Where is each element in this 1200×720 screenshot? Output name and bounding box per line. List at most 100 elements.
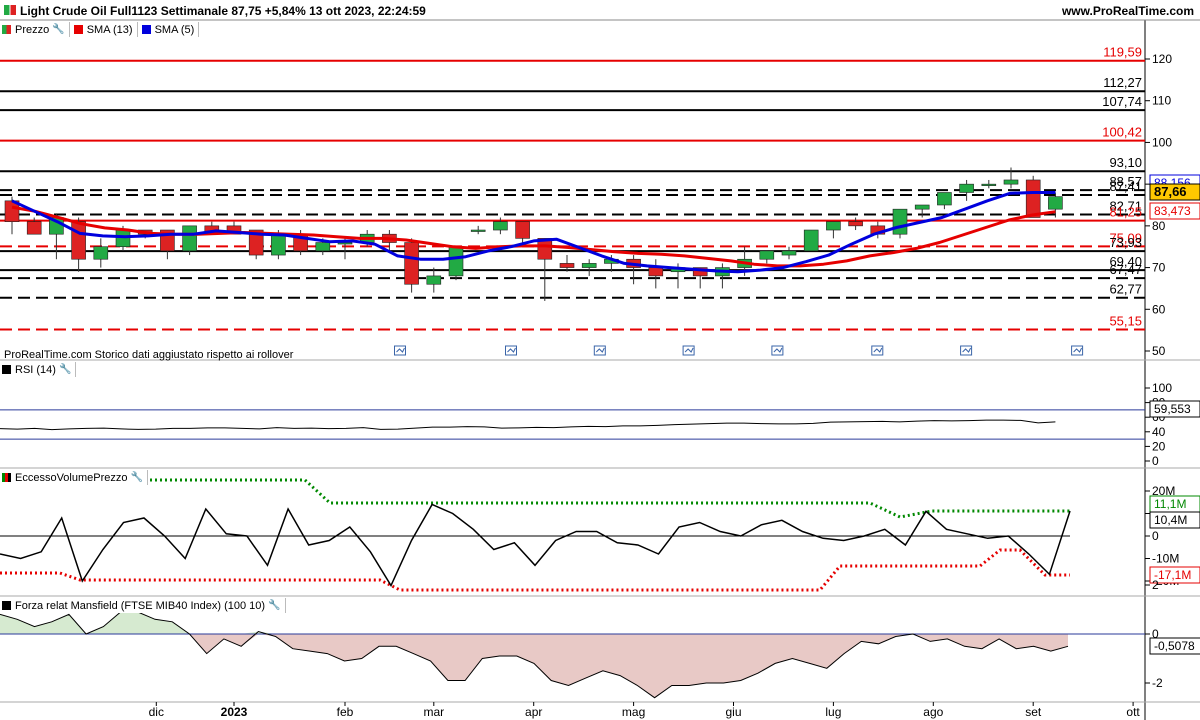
time-tick-label: apr <box>525 705 542 719</box>
candle-body <box>115 229 131 248</box>
candle-body <box>826 221 841 231</box>
sma5-swatch-icon <box>141 25 151 34</box>
mansfield-swatch-icon <box>2 601 11 610</box>
event-marker-icon <box>394 345 406 356</box>
candle-body <box>1025 179 1041 218</box>
evp-badge-label: -17,1M <box>1154 568 1191 582</box>
price-tick-label: 80 <box>1152 219 1166 233</box>
time-tick-label: set <box>1025 705 1042 719</box>
price-tick-label: 50 <box>1152 344 1166 358</box>
candle-body <box>848 221 863 227</box>
level-label: 112,27 <box>1103 75 1142 90</box>
candle-body <box>581 263 597 268</box>
candle-body <box>182 225 197 252</box>
price-legend: Prezzo 🔧 SMA (13) SMA (5) <box>0 22 200 37</box>
candle-body <box>493 221 508 231</box>
level-label: 107,74 <box>1102 94 1142 109</box>
legend-sma13-label: SMA (13) <box>86 23 133 36</box>
rsi-badge-label: 59,553 <box>1154 402 1191 416</box>
price-tick-label: 120 <box>1152 52 1172 66</box>
price-badge-label: 87,66 <box>1154 184 1187 199</box>
legend-price[interactable]: Prezzo 🔧 <box>0 22 70 37</box>
event-marker-icon <box>505 345 517 356</box>
mansfield-negative-area <box>0 634 1068 698</box>
time-tick-label: ago <box>923 705 943 719</box>
time-tick-label: 2023 <box>221 705 248 719</box>
wrench-icon[interactable]: 🔧 <box>268 600 280 611</box>
candle-body <box>470 229 486 232</box>
event-marker-icon <box>593 345 606 356</box>
candle-body <box>448 246 464 277</box>
rsi-tick-label: 20 <box>1152 439 1166 453</box>
mansfield-legend: Forza relat Mansfield (FTSE MIB40 Index)… <box>0 598 286 613</box>
level-label: 81,25 <box>1109 205 1142 220</box>
evp-badge-label: 10,4M <box>1154 513 1187 527</box>
event-marker-icon <box>682 345 695 356</box>
level-label: 73,93 <box>1109 235 1142 250</box>
event-marker-icon <box>771 345 784 356</box>
legend-sma13[interactable]: SMA (13) <box>70 22 138 37</box>
site-link[interactable]: www.ProRealTime.com <box>1062 4 1194 18</box>
time-tick-label: giu <box>725 705 741 719</box>
level-label: 87,41 <box>1109 179 1142 194</box>
candle-body <box>959 183 974 193</box>
price-tick-label: 70 <box>1152 261 1166 275</box>
price-tick-label: 110 <box>1152 94 1171 108</box>
legend-mansfield[interactable]: Forza relat Mansfield (FTSE MIB40 Index)… <box>0 598 286 613</box>
time-tick-label: mar <box>423 705 444 719</box>
level-label: 93,10 <box>1109 155 1142 170</box>
evp-swatch-icon <box>2 473 11 482</box>
level-label: 67,47 <box>1109 262 1142 277</box>
candle-body <box>93 246 109 260</box>
event-marker-icon <box>871 345 884 356</box>
rsi-title: RSI (14) <box>15 363 56 376</box>
candle-body <box>781 250 797 256</box>
rsi-legend: RSI (14) 🔧 <box>0 362 77 377</box>
event-marker-icon <box>960 345 973 356</box>
chart-title: Light Crude Oil Full1123 Settimanale 87,… <box>4 4 426 18</box>
candle-body <box>315 242 331 252</box>
wrench-icon[interactable]: 🔧 <box>59 364 71 375</box>
candle-body <box>648 267 664 277</box>
candle-body <box>803 229 819 252</box>
event-marker-icon <box>1071 345 1084 356</box>
price-chart-icon <box>4 5 16 15</box>
mansfield-title: Forza relat Mansfield (FTSE MIB40 Index)… <box>15 599 266 612</box>
price-tick-label: 100 <box>1152 135 1172 149</box>
rsi-tick-label: 40 <box>1152 425 1166 439</box>
time-tick-label: mag <box>622 705 645 719</box>
wrench-icon[interactable]: 🔧 <box>131 472 143 483</box>
evp-legend: EccessoVolumePrezzo 🔧 <box>0 470 148 485</box>
candle-body <box>759 250 775 260</box>
candle-body <box>559 263 575 268</box>
evp-tick-label: -10M <box>1152 552 1179 566</box>
candle-body <box>1003 179 1019 185</box>
candle-body <box>271 233 286 256</box>
level-label: 62,77 <box>1109 282 1142 297</box>
sma13-swatch-icon <box>73 25 83 34</box>
wrench-icon[interactable]: 🔧 <box>52 24 64 35</box>
legend-sma5-label: SMA (5) <box>154 23 195 36</box>
legend-rsi[interactable]: RSI (14) 🔧 <box>0 362 77 377</box>
legend-sma5[interactable]: SMA (5) <box>138 22 200 37</box>
price-badge-label: 83,473 <box>1154 204 1191 218</box>
candle-body <box>26 221 42 235</box>
candle-body <box>937 192 952 206</box>
candle-body <box>981 183 997 186</box>
candle-body <box>1048 196 1063 210</box>
legend-evp[interactable]: EccessoVolumePrezzo 🔧 <box>0 470 148 485</box>
price-tick-label: 60 <box>1152 302 1166 316</box>
rsi-tick-label: 0 <box>1152 454 1159 468</box>
time-tick-label: feb <box>337 705 354 719</box>
rsi-tick-label: 100 <box>1152 381 1172 395</box>
mansfield-tick-label: -2 <box>1152 676 1163 690</box>
mansfield-positive-area <box>0 612 1068 634</box>
price-swatch-icon <box>2 25 11 34</box>
level-label: 100,42 <box>1102 125 1142 140</box>
candle-body <box>914 204 930 210</box>
mansfield-badge-label: -0,5078 <box>1154 639 1195 653</box>
rollover-note: ProRealTime.com Storico dati aggiustato … <box>4 349 294 361</box>
mansfield-tick-label: 2 <box>1152 578 1159 592</box>
legend-price-label: Prezzo <box>15 23 50 36</box>
time-tick-label: dic <box>149 705 164 719</box>
